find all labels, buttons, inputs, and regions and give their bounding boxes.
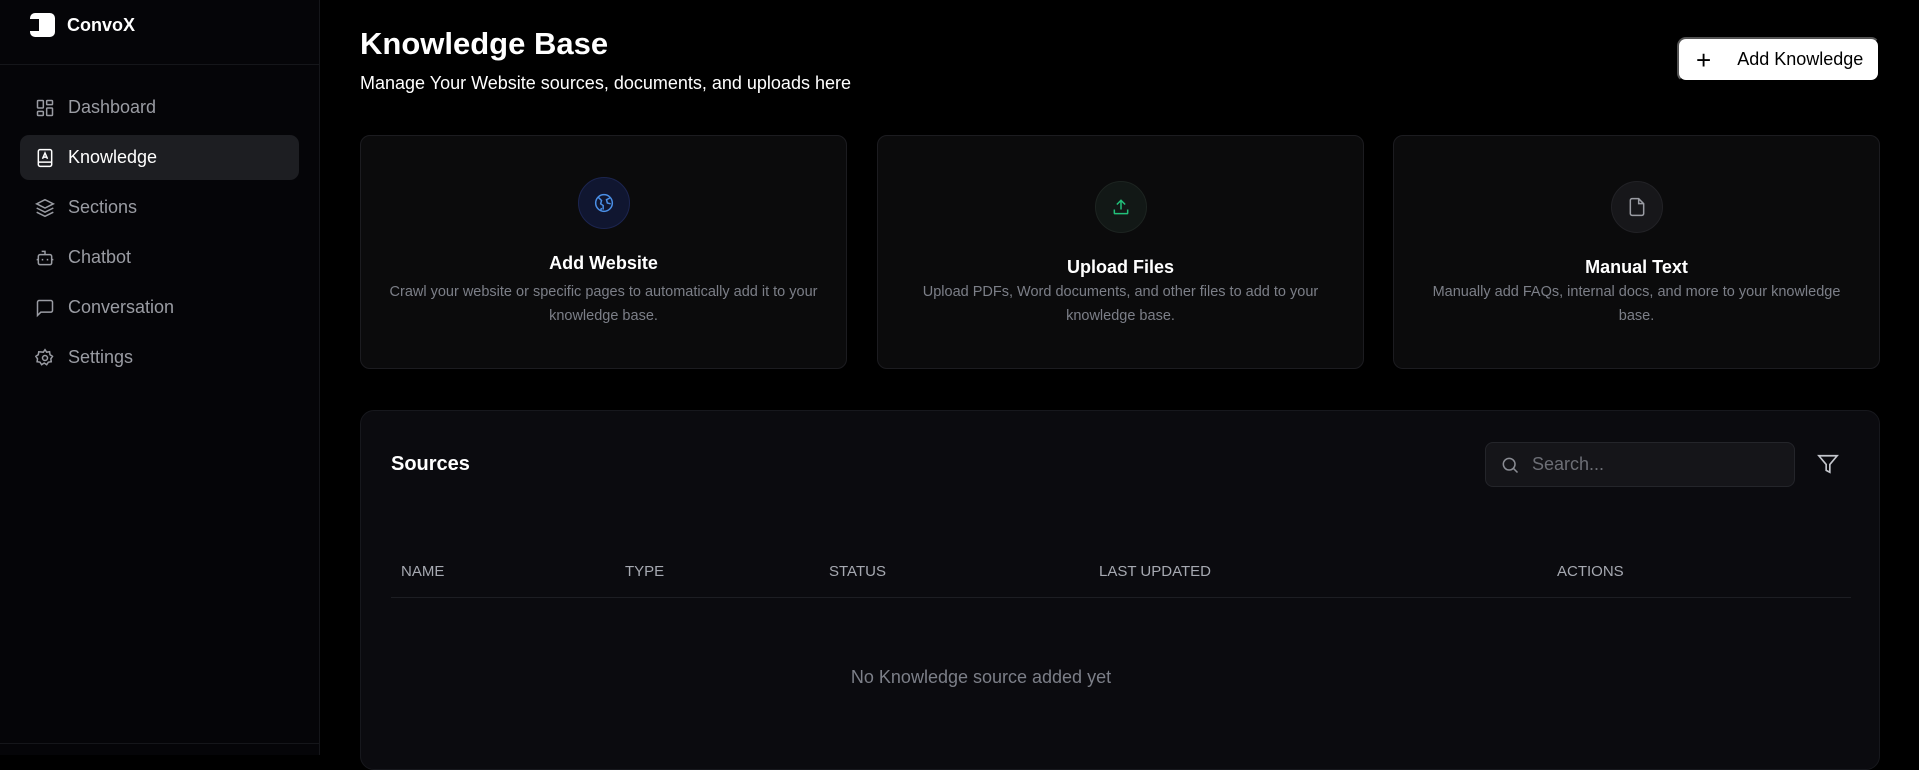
add-knowledge-button[interactable]: + Add Knowledge (1677, 37, 1880, 82)
search-input[interactable] (1532, 454, 1772, 475)
file-icon (1629, 197, 1644, 217)
search-box[interactable] (1485, 442, 1795, 487)
card-description: Upload PDFs, Word documents, and other f… (922, 284, 1319, 324)
column-header-type: TYPE (625, 563, 665, 580)
upload-icon-circle (1094, 181, 1147, 233)
sidebar-item-label: Conversation (68, 297, 175, 317)
sidebar-item-label: Sections (68, 197, 138, 217)
sidebar-item-conversation[interactable]: Conversation (20, 285, 299, 330)
sidebar: ConvoX Dashboard Knowledge Sections Chat… (0, 0, 320, 755)
sidebar-item-label: Dashboard (68, 97, 157, 117)
bot-icon (36, 250, 54, 265)
globe-icon (594, 193, 613, 213)
card-title: Manual Text (1585, 257, 1688, 277)
search-icon (1502, 457, 1519, 473)
message-icon (36, 299, 54, 317)
upload-files-card[interactable]: Upload Files Upload PDFs, Word documents… (877, 135, 1364, 369)
logo-icon (30, 13, 55, 37)
card-description: Crawl your website or specific pages to … (389, 284, 818, 324)
globe-icon-circle (577, 177, 630, 229)
sidebar-item-label: Chatbot (68, 247, 132, 267)
logo[interactable]: ConvoX (30, 13, 135, 37)
layers-icon (35, 198, 55, 217)
card-description: Manually add FAQs, internal docs, and mo… (1432, 284, 1841, 324)
dashboard-icon (36, 99, 54, 116)
empty-state-text: No Knowledge source added yet (850, 667, 1112, 687)
sidebar-item-label: Knowledge (68, 147, 158, 167)
sources-title: Sources (391, 453, 470, 475)
app-name: ConvoX (67, 14, 136, 35)
plus-icon: + (1696, 44, 1712, 75)
file-icon-circle (1610, 181, 1663, 233)
sidebar-item-label: Settings (68, 347, 134, 367)
divider (0, 64, 320, 65)
sidebar-item-sections[interactable]: Sections (20, 185, 299, 230)
page-title: Knowledge Base (360, 26, 609, 61)
filter-icon[interactable] (1817, 453, 1839, 475)
book-icon (37, 148, 53, 167)
divider (0, 743, 320, 744)
sidebar-item-chatbot[interactable]: Chatbot (20, 235, 299, 280)
page-subtitle: Manage Your Website sources, documents, … (360, 73, 851, 93)
add-website-card[interactable]: Add Website Crawl your website or specif… (360, 135, 847, 369)
manual-text-card[interactable]: Manual Text Manually add FAQs, internal … (1393, 135, 1880, 369)
column-header-status: STATUS (829, 563, 886, 580)
card-title: Add Website (549, 253, 658, 273)
sidebar-nav: Dashboard Knowledge Sections Chatbot Con… (20, 85, 299, 385)
sidebar-item-settings[interactable]: Settings (20, 335, 299, 380)
sidebar-item-knowledge[interactable]: Knowledge (20, 135, 299, 180)
upload-icon (1113, 199, 1128, 215)
gear-icon (35, 347, 54, 366)
card-title: Upload Files (1066, 257, 1174, 277)
column-header-actions: ACTIONS (1557, 563, 1624, 580)
table-divider (391, 597, 1851, 598)
column-header-last-updated: LAST UPDATED (1099, 563, 1211, 580)
sources-panel: Sources NAME TYPE STATUS LAST UPDATED AC… (360, 410, 1880, 770)
add-knowledge-label: Add Knowledge (1737, 49, 1864, 69)
column-header-name: NAME (401, 563, 445, 580)
sidebar-item-dashboard[interactable]: Dashboard (20, 85, 299, 130)
